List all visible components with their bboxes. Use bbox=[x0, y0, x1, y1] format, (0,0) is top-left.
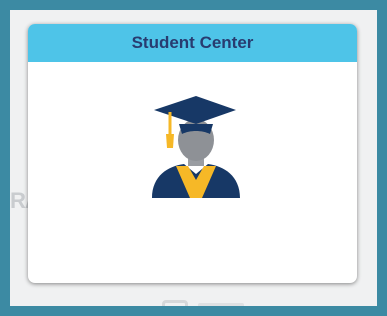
background-tile-icon bbox=[162, 300, 188, 306]
graduate-icon bbox=[152, 96, 240, 198]
tile-body bbox=[28, 62, 357, 283]
tile-title: Student Center bbox=[131, 33, 254, 52]
student-center-tile[interactable]: Student Center bbox=[28, 24, 357, 283]
background-tile-label bbox=[198, 303, 244, 306]
tile-header: Student Center bbox=[28, 24, 357, 62]
